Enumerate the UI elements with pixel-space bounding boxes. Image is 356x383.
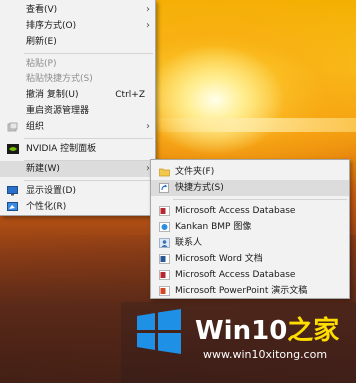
menu-item-label: 新建(W)	[26, 164, 60, 174]
menu-separator	[24, 180, 153, 181]
menu-item-refresh[interactable]: 刷新(E)	[0, 34, 155, 50]
watermark-url: www.win10xitong.com	[203, 348, 328, 361]
submenu-item-label: Microsoft Access Database	[175, 206, 296, 216]
submenu-item-label: 文件夹(F)	[175, 167, 215, 177]
submenu-item-label: 快捷方式(S)	[175, 183, 224, 193]
submenu-item-shortcut[interactable]: 快捷方式(S)	[151, 180, 349, 196]
menu-item-undo-copy[interactable]: 撤消 复制(U) Ctrl+Z	[0, 87, 155, 103]
menu-separator	[173, 199, 347, 200]
menu-item-label: 重启资源管理器	[26, 106, 90, 116]
folder-icon	[159, 167, 170, 177]
menu-separator	[24, 138, 153, 139]
personalize-icon	[7, 202, 18, 212]
submenu-item-label: Microsoft PowerPoint 演示文稿	[175, 286, 308, 296]
new-submenu: 文件夹(F) 快捷方式(S) Microsoft Access Database…	[150, 159, 350, 299]
context-menu: 查看(V) › 排序方式(O) › 刷新(E) 粘贴(P) 粘贴快捷方式(S) …	[0, 0, 156, 216]
win10-watermark: Win10之家 www.win10xitong.com	[121, 302, 356, 383]
menu-item-label: 显示设置(D)	[26, 186, 76, 196]
chevron-right-icon: ›	[146, 20, 150, 31]
menu-item-display-settings[interactable]: 显示设置(D)	[0, 183, 155, 199]
watermark-title: Win10之家	[195, 310, 339, 347]
submenu-item-contact[interactable]: 联系人	[151, 235, 349, 251]
menu-item-label: 刷新(E)	[26, 37, 57, 47]
access-icon	[159, 206, 170, 216]
submenu-item-folder[interactable]: 文件夹(F)	[151, 164, 349, 180]
submenu-item-bmp[interactable]: Kankan BMP 图像	[151, 219, 349, 235]
menu-separator	[24, 53, 153, 54]
menu-item-label: NVIDIA 控制面板	[26, 144, 97, 154]
word-icon	[159, 254, 170, 264]
submenu-item-powerpoint[interactable]: Microsoft PowerPoint 演示文稿	[151, 283, 349, 299]
submenu-item-label: Kankan BMP 图像	[175, 222, 252, 232]
menu-item-organize[interactable]: 组织 ›	[0, 119, 155, 135]
menu-item-label: 排序方式(O)	[26, 21, 77, 31]
shortcut-label: Ctrl+Z	[115, 90, 145, 100]
submenu-item-word[interactable]: Microsoft Word 文档	[151, 251, 349, 267]
sun-glare	[150, 118, 356, 132]
submenu-item-access-db[interactable]: Microsoft Access Database	[151, 203, 349, 219]
nvidia-icon	[7, 144, 19, 154]
windows-logo-icon	[135, 308, 183, 356]
submenu-item-label: 联系人	[175, 238, 203, 248]
submenu-item-access-db-2[interactable]: Microsoft Access Database	[151, 267, 349, 283]
display-icon	[7, 186, 18, 196]
menu-item-label: 个性化(R)	[26, 202, 67, 212]
powerpoint-icon	[159, 286, 170, 296]
access-icon	[159, 270, 170, 280]
organize-icon	[7, 122, 18, 132]
menu-item-new[interactable]: 新建(W) ›	[0, 161, 155, 177]
chevron-right-icon: ›	[146, 121, 150, 132]
menu-item-nvidia[interactable]: NVIDIA 控制面板	[0, 141, 155, 157]
menu-item-restart-explorer[interactable]: 重启资源管理器	[0, 103, 155, 119]
menu-item-personalize[interactable]: 个性化(R)	[0, 199, 155, 215]
watermark-title-main: Win10	[195, 316, 288, 346]
menu-item-label: 查看(V)	[26, 5, 58, 15]
menu-item-sort[interactable]: 排序方式(O) ›	[0, 18, 155, 34]
menu-item-paste: 粘贴(P)	[0, 56, 155, 72]
contact-icon	[159, 238, 170, 248]
menu-item-label: 撤消 复制(U)	[26, 90, 79, 100]
menu-item-label: 粘贴快捷方式(S)	[26, 74, 93, 84]
submenu-item-label: Microsoft Word 文档	[175, 254, 263, 264]
bmp-icon	[159, 222, 170, 232]
watermark-title-accent: 之家	[287, 316, 340, 346]
menu-item-view[interactable]: 查看(V) ›	[0, 2, 155, 18]
chevron-right-icon: ›	[146, 4, 150, 15]
shortcut-icon	[159, 183, 170, 193]
submenu-item-label: Microsoft Access Database	[175, 270, 296, 280]
menu-item-label: 粘贴(P)	[26, 59, 57, 69]
menu-item-paste-shortcut: 粘贴快捷方式(S)	[0, 71, 155, 87]
menu-item-label: 组织	[26, 122, 45, 132]
